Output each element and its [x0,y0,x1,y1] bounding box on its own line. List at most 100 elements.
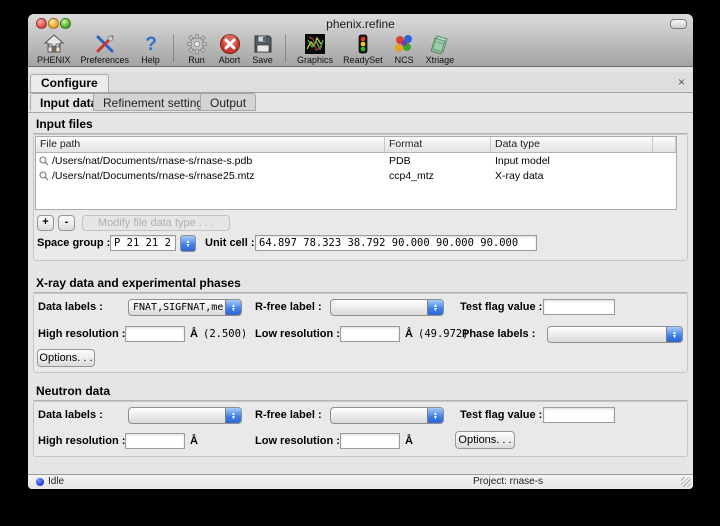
xtriage-crystal-icon [428,33,451,55]
svg-text:?: ? [145,34,157,55]
xray-high-res-label: High resolution : [38,328,125,340]
status-idle-icon [36,478,44,486]
input-files-table[interactable]: File path Format Data type /Users/nat/Do… [35,136,677,210]
combo-stepper-icon: ▲▼ [225,408,241,423]
toolbar-button-phenix[interactable]: PHENIX [32,32,76,65]
combo-stepper-icon: ▲▼ [427,300,443,315]
col-header-data-type[interactable]: Data type [491,137,653,152]
title-bar[interactable]: phenix.refine [28,14,693,32]
input-files-heading: Input files [33,114,688,134]
neutron-options-button[interactable]: Options. . . [455,431,515,449]
xray-data-labels-select[interactable]: FNAT,SIGFNAT,me... ▲▼ [128,299,242,316]
col-header-format[interactable]: Format [385,137,491,152]
xray-data-labels-label: Data labels : [38,301,103,313]
toolbar-separator [285,34,286,62]
xray-low-res-label: Low resolution : [255,328,340,340]
selected-value [548,327,666,342]
neutron-heading: Neutron data [33,381,688,401]
toolbar-button-run[interactable]: Run [180,32,213,65]
format-cell: PDB [385,155,491,167]
neutron-data-labels-select[interactable]: ▲▼ [128,407,242,424]
xray-rfree-select[interactable]: ▲▼ [330,299,444,316]
toolbar-button-preferences[interactable]: Preferences [76,32,135,65]
xray-section: Data labels : FNAT,SIGFNAT,me... ▲▼ R-fr… [33,293,688,373]
neutron-section: Data labels : ▲▼ R-free label : ▲▼ Test … [33,401,688,457]
toolbar-label: Run [188,55,205,65]
col-header-blank [653,137,676,152]
toolbar-button-help[interactable]: ? Help [134,32,167,65]
neutron-high-res-label: High resolution : [38,435,125,447]
neutron-data-labels-label: Data labels : [38,409,103,421]
neutron-high-res-input[interactable] [125,433,185,449]
preferences-tools-icon [93,33,116,55]
toolbar-button-readyset[interactable]: ReadySet [338,32,388,65]
xray-heading: X-ray data and experimental phases [33,273,688,293]
neutron-rfree-label: R-free label : [255,409,322,421]
app-window: phenix.refine PHENIX Preferences ? He [28,14,693,489]
selected-value: FNAT,SIGFNAT,me... [129,300,225,315]
xray-test-flag-label: Test flag value : [460,301,542,313]
space-group-label: Space group : [37,237,110,249]
toolbar-label: NCS [395,55,414,65]
ncs-spheres-icon [393,33,416,55]
combo-stepper-icon: ▲▼ [225,300,241,315]
table-row[interactable]: /Users/nat/Documents/rnase-s/rnase-s.pdb… [36,153,676,168]
selected-value [129,408,225,423]
configure-tab[interactable]: Configure [30,74,109,92]
phase-labels-select[interactable]: ▲▼ [547,326,683,343]
toolbar-label: PHENIX [37,55,71,65]
status-bar: Idle Project: rnase-s [28,474,693,489]
toolbar-button-graphics[interactable]: Graphics [292,32,338,65]
phenix-home-icon [42,33,65,55]
toolbar-button-abort[interactable]: Abort [213,32,246,65]
add-file-button[interactable]: + [37,215,54,231]
chevron-down-icon: ▼ [186,244,191,248]
xray-high-res-input[interactable] [125,326,185,342]
data-type-cell: Input model [491,155,653,167]
toolbar-label: Preferences [81,55,130,65]
tab-output[interactable]: Output [200,93,256,111]
unit-cell-input[interactable] [255,235,537,251]
window-chrome: phenix.refine PHENIX Preferences ? He [28,14,693,67]
resize-grip[interactable] [681,477,691,487]
neutron-test-flag-input[interactable] [543,407,615,423]
xray-test-flag-input[interactable] [543,299,615,315]
combo-stepper-icon: ▲▼ [427,408,443,423]
xray-low-res-hint: (49.972) [418,328,469,340]
toolbar-label: Help [141,55,160,65]
table-row[interactable]: /Users/nat/Documents/rnase-s/rnase25.mtz… [36,168,676,183]
toolbar-label: Abort [219,55,241,65]
help-question-icon: ? [139,33,162,55]
format-cell: ccp4_mtz [385,170,491,182]
xray-low-res-input[interactable] [340,326,400,342]
space-group-input[interactable] [110,235,176,251]
abort-red-x-icon [218,33,241,55]
close-icon[interactable]: × [678,74,685,90]
toolbar-button-save[interactable]: Save [246,32,279,65]
selected-value [331,408,427,423]
selected-value [331,300,427,315]
angstrom-unit: Å [405,328,413,340]
toolbar-toggle-button[interactable] [670,19,687,29]
toolbar-button-ncs[interactable]: NCS [388,32,421,65]
space-group-stepper[interactable]: ▲▼ [180,235,196,252]
run-gear-icon [185,33,208,55]
neutron-rfree-select[interactable]: ▲▼ [330,407,444,424]
search-icon [39,171,49,181]
remove-file-button[interactable]: - [58,215,75,231]
col-header-file-path[interactable]: File path [36,137,385,152]
neutron-low-res-label: Low resolution : [255,435,340,447]
xray-rfree-label: R-free label : [255,301,322,313]
input-data-panel: Input files File path Format Data type /… [28,113,693,475]
toolbar-label: Graphics [297,55,333,65]
toolbar-button-xtriage[interactable]: Xtriage [421,32,460,65]
toolbar-label: Xtriage [426,55,455,65]
angstrom-unit: Å [190,328,198,340]
tab-bar: Input data Refinement settings Output [28,92,693,113]
project-label: Project: rnase-s [473,476,543,487]
modify-file-data-type-button[interactable]: Modify file data type . . . [82,215,230,231]
neutron-test-flag-label: Test flag value : [460,409,542,421]
unit-cell-label: Unit cell : [205,237,255,249]
xray-options-button[interactable]: Options. . . [37,349,95,367]
neutron-low-res-input[interactable] [340,433,400,449]
